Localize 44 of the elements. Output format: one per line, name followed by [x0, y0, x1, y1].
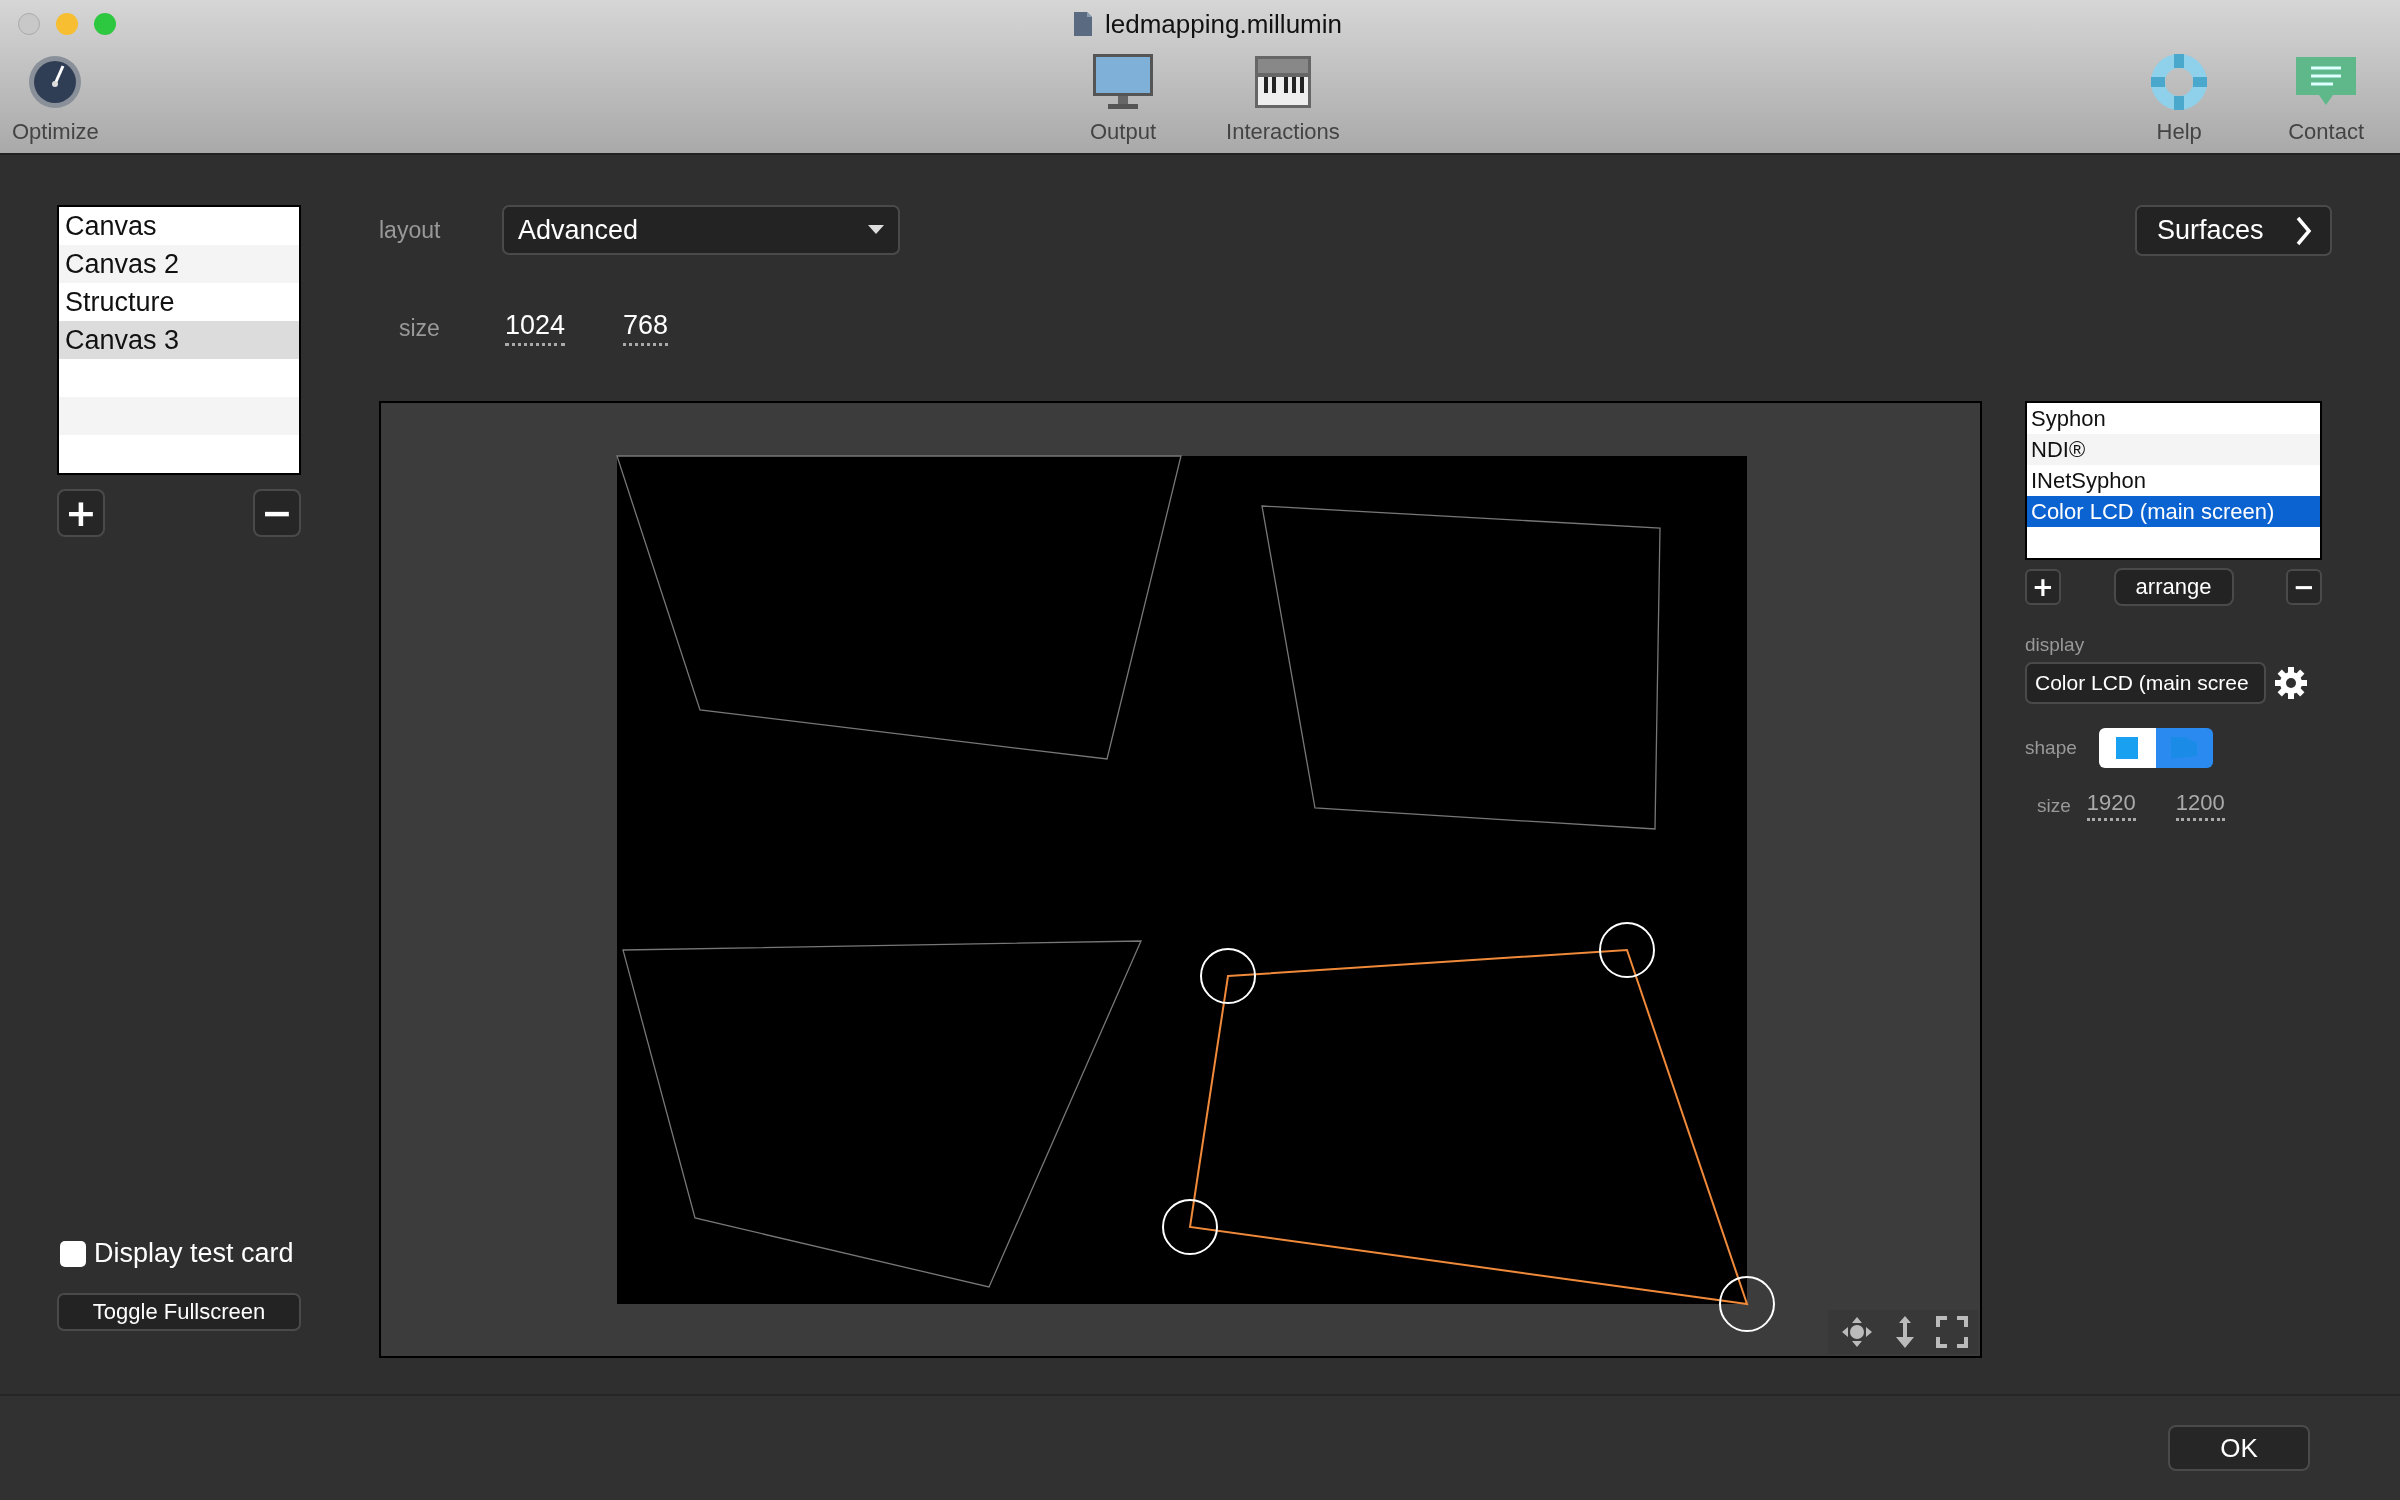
surface-quad[interactable]	[1162, 922, 1775, 1333]
remove-button[interactable]: −	[253, 489, 301, 538]
toolbar-item[interactable]: Contact	[2288, 51, 2364, 146]
fullscreen-icon[interactable]	[1936, 1316, 1968, 1349]
gauge-icon	[27, 54, 84, 111]
list-item[interactable]: Canvas 3	[59, 321, 299, 360]
size-label: size	[398, 314, 441, 342]
settings-icon[interactable]	[2274, 666, 2308, 701]
vertical-arrows-icon[interactable]	[1894, 1315, 1916, 1350]
ok-button[interactable]: OK	[2168, 1425, 2310, 1472]
add-button[interactable]: +	[2025, 569, 2061, 606]
square-icon	[2116, 737, 2139, 760]
height-field[interactable]: 1200	[2175, 790, 2225, 822]
arrange-button[interactable]: arrange	[2113, 568, 2234, 607]
display-dropdown[interactable]: Color LCD (main scree	[2025, 662, 2266, 705]
monitor-icon	[1092, 53, 1154, 112]
remove-button[interactable]: −	[2286, 569, 2322, 606]
width-field[interactable]: 1024	[505, 310, 566, 347]
list-item[interactable]: Color LCD (main screen)	[2027, 496, 2320, 528]
checkbox[interactable]	[60, 1240, 86, 1267]
add-button[interactable]: +	[57, 489, 105, 538]
layout-label: layout	[379, 216, 442, 244]
keyboard-icon	[1253, 55, 1312, 110]
list-item[interactable]: Canvas 2	[59, 245, 299, 284]
shape-segment[interactable]	[2098, 728, 2156, 769]
width-field[interactable]: 1920	[2086, 790, 2136, 822]
toolbar-item[interactable]: Output	[1090, 51, 1157, 146]
display-label: display	[2025, 634, 2086, 657]
caret-icon	[868, 225, 884, 236]
list-item[interactable]: NDI®	[2027, 434, 2320, 466]
layout-dropdown[interactable]: Advanced	[502, 205, 900, 256]
window-title: ledmapping.millumin	[1105, 8, 1342, 40]
toolbar-item[interactable]: Help	[2150, 51, 2209, 146]
surfaces-button[interactable]: Surfaces	[2135, 205, 2332, 257]
height-field[interactable]: 768	[623, 310, 669, 347]
checkbox-label: Display test card	[94, 1238, 294, 1270]
toolbar-item[interactable]: Interactions	[1226, 51, 1340, 146]
toggle-fullscreen-button[interactable]: Toggle Fullscreen	[57, 1293, 301, 1332]
lifebuoy-icon	[2150, 53, 2209, 112]
shape-label: shape	[2025, 737, 2077, 760]
document-icon	[1073, 11, 1093, 37]
size-label: size	[2037, 794, 2071, 817]
toolbar-item[interactable]: Optimize	[12, 51, 99, 146]
chevron-icon	[2296, 215, 2312, 246]
